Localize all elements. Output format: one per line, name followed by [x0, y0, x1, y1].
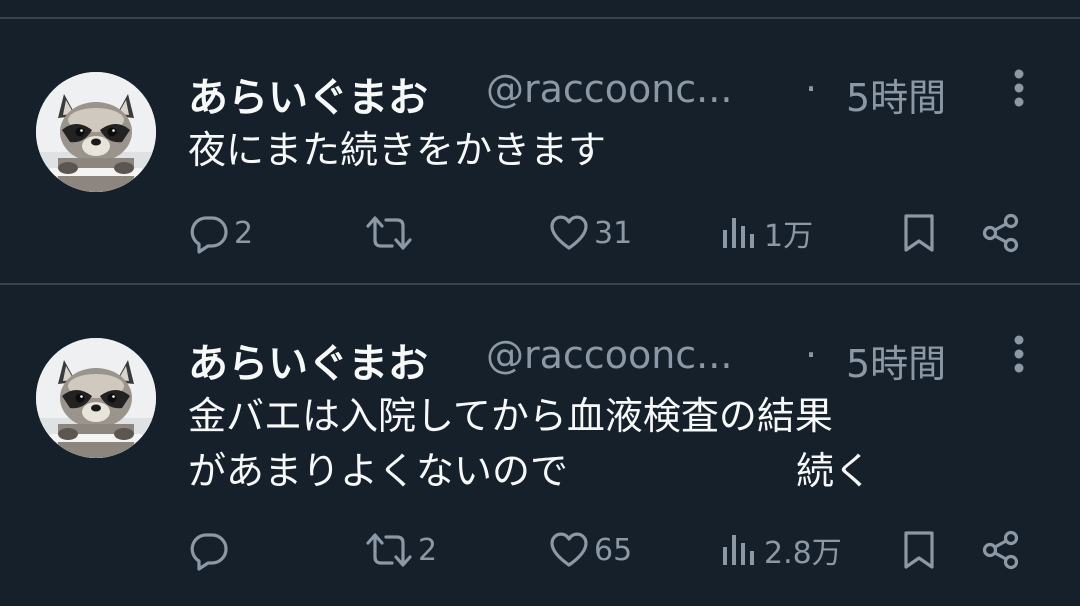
retweet-button[interactable]: 2 — [364, 525, 437, 575]
share-icon — [982, 213, 1019, 253]
reply-button[interactable] — [188, 525, 234, 575]
reply-button[interactable]: 2 — [188, 208, 253, 258]
bookmark-button[interactable] — [898, 525, 940, 575]
bookmark-button[interactable] — [898, 208, 940, 258]
retweet-icon — [366, 216, 412, 250]
like-count: 65 — [594, 532, 633, 568]
views-bar-chart-icon — [723, 535, 754, 565]
like-count: 31 — [594, 215, 633, 251]
tweet-actions: 2 31 1万 — [0, 208, 1080, 258]
views-button[interactable]: 2.8万 — [718, 525, 842, 575]
more-options-button[interactable] — [1004, 332, 1034, 376]
like-button[interactable]: 65 — [548, 525, 632, 575]
tweet-timestamp[interactable]: 5時間 — [846, 333, 946, 388]
avatar[interactable] — [36, 72, 156, 192]
views-count: 1万 — [764, 219, 814, 254]
reply-bubble-icon — [190, 216, 228, 254]
like-button[interactable]: 31 — [548, 208, 632, 258]
more-dots-icon — [1014, 335, 1024, 373]
reply-count: 2 — [234, 215, 254, 251]
bookmark-icon — [904, 531, 934, 569]
share-icon — [982, 530, 1019, 570]
raccoon-avatar-icon — [36, 72, 156, 192]
views-button[interactable]: 1万 — [718, 208, 813, 258]
views-count: 2.8万 — [764, 536, 842, 571]
avatar[interactable] — [36, 338, 156, 458]
share-button[interactable] — [980, 525, 1022, 575]
tweet[interactable]: あらいぐまお @raccoonc... · 5時間 夜にまた続きをかきます 2 — [0, 19, 1080, 283]
author-display-name[interactable]: あらいぐまお — [188, 331, 428, 389]
tweet-header: あらいぐまお @raccoonc... · 5時間 — [188, 325, 988, 387]
retweet-button[interactable] — [364, 208, 418, 258]
views-bar-chart-icon — [723, 218, 754, 248]
heart-icon — [550, 532, 588, 567]
author-handle[interactable]: @raccoonc... — [486, 333, 732, 377]
header-separator: · — [805, 333, 818, 377]
author-display-name[interactable]: あらいぐまお — [188, 65, 428, 123]
header-separator: · — [805, 67, 818, 111]
tweet-actions: 2 65 2.8万 — [0, 525, 1080, 575]
more-options-button[interactable] — [1004, 66, 1034, 110]
heart-icon — [550, 215, 588, 250]
raccoon-avatar-icon — [36, 338, 156, 458]
tweet[interactable]: あらいぐまお @raccoonc... · 5時間 金バエは入院してから血液検査… — [0, 285, 1080, 606]
tweet-timestamp[interactable]: 5時間 — [846, 67, 946, 122]
tweet-header: あらいぐまお @raccoonc... · 5時間 — [188, 59, 988, 121]
retweet-count: 2 — [418, 532, 438, 568]
author-handle[interactable]: @raccoonc... — [486, 67, 732, 111]
more-dots-icon — [1014, 69, 1024, 107]
tweet-text: 夜にまた続きをかきます — [188, 128, 607, 172]
reply-bubble-icon — [190, 533, 228, 571]
tweet-text: 金バエは入院してから血液検査の結果 があまりよくないので 続く — [188, 394, 873, 493]
share-button[interactable] — [980, 208, 1022, 258]
retweet-icon — [366, 533, 412, 567]
bookmark-icon — [904, 214, 934, 252]
